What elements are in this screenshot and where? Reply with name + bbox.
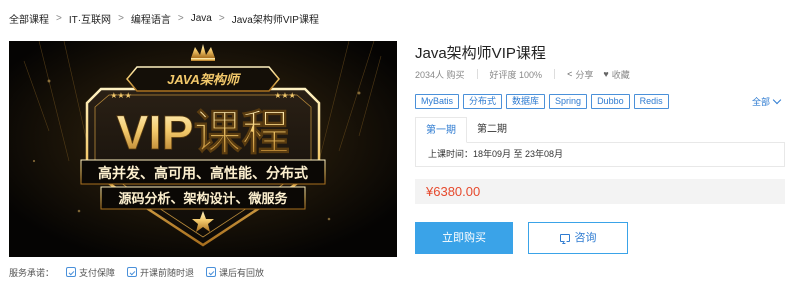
tab-period-1[interactable]: 第一期: [415, 117, 467, 143]
service-payment-guarantee[interactable]: 支付保障: [66, 266, 115, 279]
stars-left-decoration: ★★★: [110, 91, 132, 100]
banner-brand-text: JAVA架构师: [167, 72, 242, 87]
service-refund-before-class[interactable]: 开课前随时退: [127, 266, 194, 279]
tab-period-2[interactable]: 第二期: [467, 117, 517, 143]
banner-headline: VIP课程: [116, 107, 289, 160]
breadcrumb-current-course: Java架构师VIP课程: [231, 14, 319, 26]
price-panel: ¥6380.00: [415, 179, 785, 204]
service-item-label: 课后有回放: [219, 267, 265, 278]
course-stats: 2034人 购买 好评度 100% < 分享 ♥ 收藏: [415, 67, 630, 81]
breadcrumb-separator: >: [177, 12, 184, 24]
breadcrumb-java[interactable]: Java: [191, 13, 212, 24]
banner-feature-line-1: 高并发、高可用、高性能、分布式: [98, 165, 308, 182]
banner-feature-line-2: 源码分析、架构设计、微服务: [118, 191, 288, 207]
course-price: ¥6380.00: [426, 184, 481, 199]
service-label: 服务承诺：: [9, 267, 55, 278]
buy-now-button[interactable]: 立即购买: [415, 222, 513, 254]
tag-dubbo[interactable]: Dubbo: [591, 94, 630, 109]
replay-icon: [206, 267, 217, 277]
stats-divider: [554, 69, 556, 79]
chat-icon: [559, 234, 570, 242]
course-banner: JAVA架构师 ★★★ ★★★ VIP课程 高并发、高可用、高性能、分布式 源码…: [9, 41, 397, 257]
breadcrumb-separator: >: [118, 12, 124, 24]
service-item-label: 支付保障: [79, 267, 116, 278]
breadcrumb-separator: >: [218, 12, 225, 24]
buyer-count: 2034人 购买: [415, 69, 465, 80]
heart-icon: ♥: [603, 69, 609, 79]
chevron-down-icon: [772, 95, 782, 105]
favorite-button[interactable]: ♥ 收藏: [603, 68, 629, 81]
all-tags-label: 全部: [752, 97, 771, 107]
tag-spring[interactable]: Spring: [549, 94, 588, 109]
tag-distributed[interactable]: 分布式: [463, 94, 503, 109]
all-tags-toggle[interactable]: 全部: [752, 95, 782, 108]
service-promises: 服务承诺： 支付保障 开课前随时退 课后有回放: [9, 265, 264, 279]
breadcrumb-programming-languages[interactable]: 编程语言: [131, 11, 171, 26]
stars-right-decoration: ★★★: [274, 91, 296, 100]
consult-button[interactable]: 咨询: [528, 222, 628, 254]
tag-redis[interactable]: Redis: [633, 94, 669, 109]
banner-artwork: JAVA架构师 ★★★ ★★★ VIP课程 高并发、高可用、高性能、分布式 源码…: [9, 41, 397, 257]
breadcrumb-it-internet[interactable]: IT·互联网: [69, 11, 111, 26]
course-title: Java架构师VIP课程: [415, 45, 546, 62]
tag-mybatis[interactable]: MyBatis: [415, 94, 460, 109]
tag-database[interactable]: 数据库: [506, 94, 546, 109]
favorite-label: 收藏: [611, 69, 630, 80]
stats-divider: [476, 69, 478, 79]
period-tabs: 第一期 第二期: [415, 117, 785, 143]
breadcrumb-all-courses[interactable]: 全部课程: [9, 11, 49, 26]
share-label: 分享: [575, 69, 594, 80]
refund-icon: [127, 267, 138, 277]
share-button[interactable]: < 分享: [567, 68, 593, 81]
course-tags: MyBatis 分布式 数据库 Spring Dubbo Redis: [415, 94, 673, 109]
rating: 好评度 100%: [489, 69, 543, 80]
share-icon: <: [567, 69, 573, 79]
consult-label: 咨询: [574, 232, 597, 244]
breadcrumb-separator: >: [56, 12, 62, 24]
shield-check-icon: [66, 267, 77, 277]
service-replay-after-class[interactable]: 课后有回放: [206, 266, 264, 279]
service-item-label: 开课前随时退: [140, 267, 195, 278]
class-schedule: 上课时间：18年09月 至 23年08月: [415, 142, 785, 167]
breadcrumb: 全部课程 > IT·互联网 > 编程语言 > Java > Java架构师VIP…: [9, 11, 319, 26]
